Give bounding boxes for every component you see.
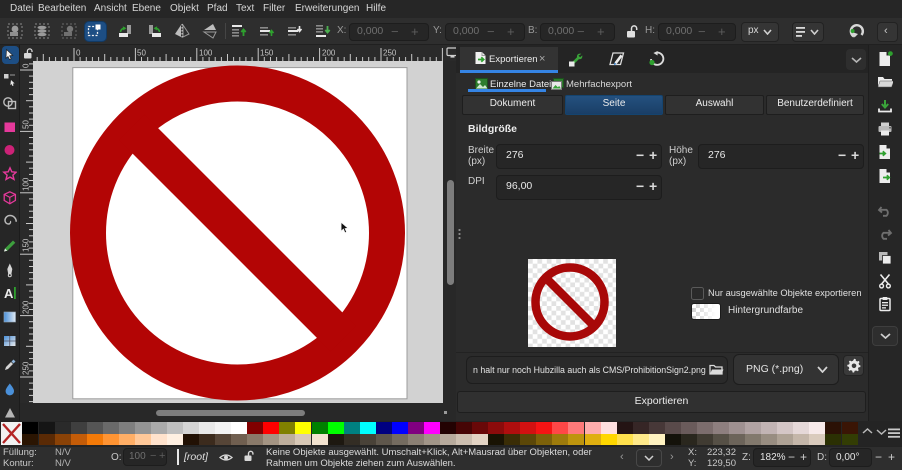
svg-text:150: 150	[260, 49, 274, 58]
svg-text:200: 200	[322, 49, 336, 58]
svg-text:0: 0	[76, 49, 81, 58]
svg-text:50: 50	[22, 120, 31, 129]
svg-text:50: 50	[137, 49, 146, 58]
svg-text:0: 0	[22, 63, 31, 68]
svg-text:250: 250	[383, 49, 397, 58]
svg-text:100: 100	[199, 49, 213, 58]
svg-text:150: 150	[22, 238, 31, 252]
svg-text:250: 250	[22, 361, 31, 375]
svg-text:100: 100	[22, 177, 31, 191]
svg-text:200: 200	[22, 300, 31, 314]
svg-text:A: A	[4, 286, 14, 301]
